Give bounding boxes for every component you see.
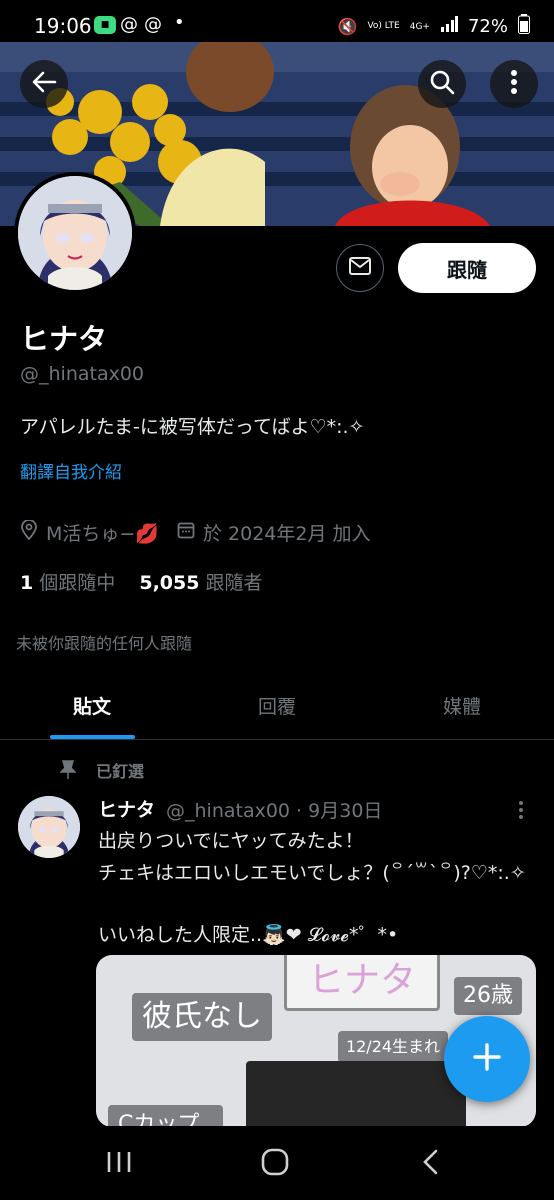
search-icon [429,69,455,99]
message-button[interactable] [336,244,384,292]
pin-icon [59,760,77,784]
profile-joined: 於 2024年2月 加入 [202,523,371,545]
tweet-handle-date: @_hinatax00 · 9月30日 [166,800,383,822]
plus-icon [472,1042,502,1076]
tab-media[interactable]: 媒體 [402,692,522,719]
notification-dot-icon: • [174,12,185,33]
tweet-text-line-1: 出戻りついでにヤッてみたよ！ [98,830,364,852]
location-pin-icon [20,519,38,545]
tweet-text-line-3: いいねした人限定..👼🏻❤ 𝓛𝓸𝓿𝓮*゜*• [98,924,399,946]
followers-link[interactable]: 5,055 跟隨者 [139,572,262,594]
follow-button[interactable]: 跟隨 [398,243,536,293]
profile-meta: M活ちゅ−💋 於 2024年2月 加入 [20,519,371,546]
tab-posts[interactable]: 貼文 [32,692,152,719]
mail-icon [348,256,372,280]
compose-fab-button[interactable] [444,1016,530,1102]
more-vertical-icon [510,69,518,99]
battery-icon [518,14,530,39]
tweet-text-line-2: チェキはエロいしエモいでしょ？(꒪ˊ꒳ˋ꒪)?♡*:.✧ [98,862,526,884]
recent-apps-icon[interactable] [106,1150,132,1178]
status-right-group: 🔇 Vo) LTE 4G+ 72% [338,14,530,39]
media-label-status: 彼氏なし [132,993,272,1041]
network-label: 4G+ [409,21,430,32]
mute-icon: 🔇 [337,17,358,36]
profile-bio: アパレルたま-に被写体だってばよ♡*:.✧ [20,416,365,438]
threads-icon: @ [120,14,138,35]
status-time: 19:06 [34,14,92,38]
tabs-divider [0,739,554,740]
not-followed-note: 未被你跟隨的任何人跟隨 [16,634,193,653]
back-nav-icon[interactable] [420,1148,440,1180]
following-link[interactable]: 1 個跟隨中 [20,572,115,594]
media-photo-dark [246,1061,466,1127]
media-label-birthday: 12/24生まれ [338,1031,448,1063]
following-label: 個跟隨中 [39,572,116,594]
calendar-icon [177,521,195,544]
tab-replies[interactable]: 回覆 [217,692,337,719]
tweet-avatar[interactable] [18,796,80,858]
followers-count: 5,055 [139,572,200,594]
profile-location: M活ちゅ−💋 [46,523,159,545]
media-label-partial: Cカップ [108,1105,223,1127]
translate-bio-link[interactable]: 翻譯自我介紹 [20,458,122,483]
media-label-name: ヒナタ [284,955,440,1011]
volte-label: Vo) LTE [367,21,400,31]
search-button[interactable] [418,60,466,108]
profile-name: ヒナタ [20,322,108,356]
following-count: 1 [20,572,34,594]
pinned-label: 已釘選 [96,762,145,781]
line-app-icon: ■ [94,16,116,34]
profile-handle: @_hinatax00 [20,363,145,385]
tweet-author-name: ヒナタ [98,799,156,821]
android-nav-bar [0,1126,554,1200]
battery-percent: 72% [467,16,508,37]
media-label-age: 26歳 [454,977,522,1015]
followers-label: 跟隨者 [205,572,263,594]
signal-icon [440,16,458,37]
more-button[interactable] [490,60,538,108]
profile-avatar[interactable] [14,172,136,294]
back-button[interactable] [20,60,68,108]
tweet-more-icon[interactable] [518,800,524,824]
threads-icon-2: @ [144,14,162,35]
status-bar: 19:06 ■ @ @ • 🔇 Vo) LTE 4G+ 72% [0,0,554,44]
home-icon[interactable] [261,1148,289,1180]
back-arrow-icon [31,69,57,99]
follow-counts: 1 個跟隨中 5,055 跟隨者 [20,568,263,595]
